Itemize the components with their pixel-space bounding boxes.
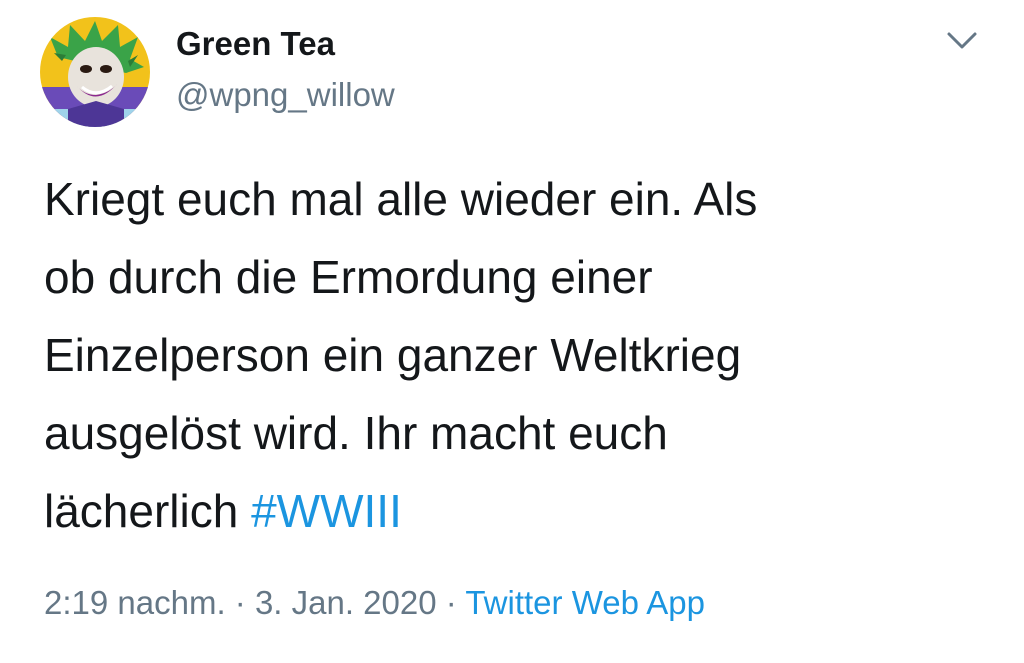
tweet-card: Green Tea @wpng_willow Kriegt euch mal a… (0, 0, 1024, 663)
joker-avatar-icon (40, 17, 150, 127)
meta-separator: · (225, 584, 255, 621)
tweet-text-line: ob durch die Ermordung einer (44, 251, 653, 303)
tweet-source-link[interactable]: Twitter Web App (465, 584, 705, 621)
tweet-text: Kriegt euch mal alle wieder ein. Als ob d… (44, 160, 994, 550)
meta-separator: · (436, 584, 466, 621)
tweet-menu-button[interactable] (940, 22, 984, 58)
tweet-meta: 2:19 nachm. · 3. Jan. 2020 · Twitter Web… (44, 584, 705, 622)
tweet-text-line: lächerlich (44, 485, 252, 537)
tweet-date[interactable]: 3. Jan. 2020 (255, 584, 437, 621)
tweet-time[interactable]: 2:19 nachm. (44, 584, 226, 621)
tweet-text-line: ausgelöst wird. Ihr macht euch (44, 407, 668, 459)
display-name[interactable]: Green Tea (176, 25, 335, 63)
hashtag-link[interactable]: #WWIII (251, 485, 402, 537)
tweet-text-line: Kriegt euch mal alle wieder ein. Als (44, 173, 758, 225)
user-handle[interactable]: @wpng_willow (176, 76, 395, 114)
chevron-down-icon (947, 32, 977, 49)
tweet-text-line: Einzelperson ein ganzer Weltkrieg (44, 329, 742, 381)
avatar[interactable] (40, 17, 150, 127)
